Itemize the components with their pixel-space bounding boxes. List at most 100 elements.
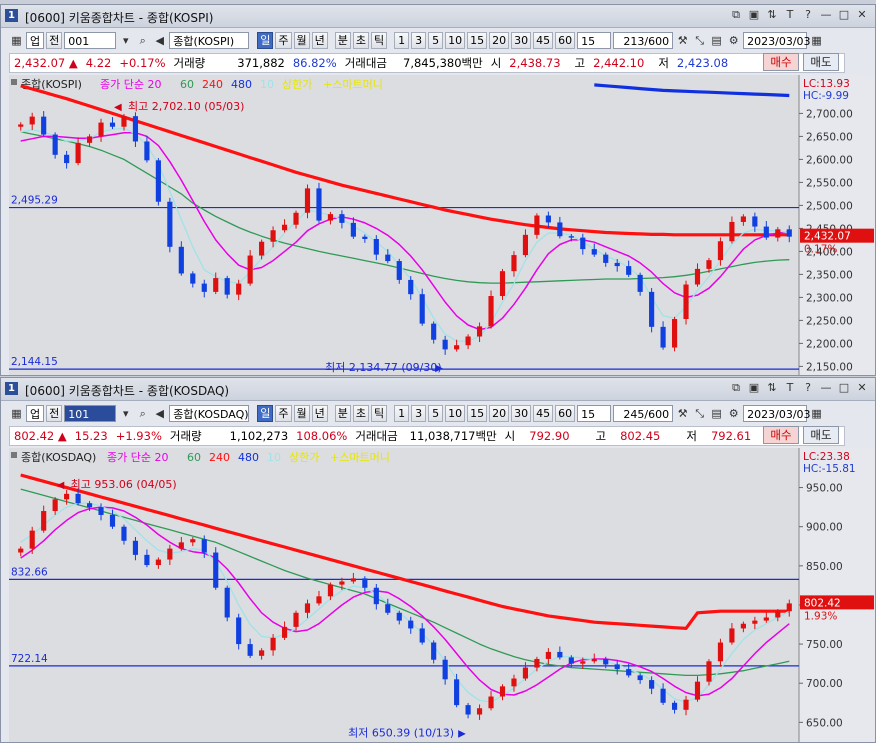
- period-minute-button[interactable]: 분: [334, 404, 351, 422]
- marker-icon[interactable]: ⇅: [765, 381, 779, 395]
- index-name-field[interactable]: 종합(KOSDAQ): [169, 404, 250, 422]
- speaker-icon[interactable]: ◀: [152, 32, 167, 49]
- market-kind-select[interactable]: 업: [26, 31, 45, 49]
- sell-button[interactable]: 매도: [803, 426, 839, 444]
- date-field[interactable]: 2023/03/03: [743, 404, 811, 422]
- kospi-chart-canvas[interactable]: 종합(KOSPI) 종가 단순 20 60 240 480 10 상한가 +스마트머니 LC:1…: [9, 75, 875, 375]
- maximize-icon[interactable]: □: [837, 8, 851, 22]
- interval-button[interactable]: 3: [411, 404, 427, 422]
- code-input[interactable]: 001: [64, 31, 117, 49]
- code-input[interactable]: 101: [64, 404, 117, 422]
- link-icon[interactable]: ⧉: [729, 8, 743, 22]
- save-icon[interactable]: ▤: [709, 32, 724, 49]
- interval-button[interactable]: 15: [467, 31, 488, 49]
- interval-value-select[interactable]: 15: [577, 404, 612, 422]
- market-kind-select[interactable]: 업: [26, 404, 45, 422]
- kospi-price-chart[interactable]: 종합(KOSPI) 종가 단순 20 60 240 480 10 상한가 +스마트머니 LC:1…: [9, 75, 875, 375]
- interval-button[interactable]: 45: [533, 31, 554, 49]
- period-day-button[interactable]: 일: [257, 404, 274, 422]
- interval-button[interactable]: 30: [511, 404, 532, 422]
- all-button[interactable]: 전: [46, 31, 63, 49]
- image-icon[interactable]: ▣: [747, 381, 761, 395]
- period-second-button[interactable]: 초: [352, 31, 369, 49]
- interval-button[interactable]: 20: [489, 31, 510, 49]
- candle: [281, 224, 288, 231]
- dropdown-icon[interactable]: ▾: [118, 405, 133, 422]
- bar-count-field[interactable]: 245/600: [613, 404, 674, 422]
- speaker-icon[interactable]: ◀: [152, 405, 167, 422]
- period-year-button[interactable]: 년: [311, 404, 328, 422]
- search-icon[interactable]: ⌕: [135, 32, 150, 49]
- calendar-icon[interactable]: ▦: [9, 405, 24, 422]
- kosdaq-price-chart[interactable]: 종합(KOSDAQ) 종가 단순 20 60 240 480 10 상한가 +스마트머니 LC:…: [9, 448, 875, 742]
- maximize-icon[interactable]: □: [837, 381, 851, 395]
- help-icon[interactable]: ?: [801, 381, 815, 395]
- text-icon[interactable]: T: [783, 8, 797, 22]
- interval-button[interactable]: 30: [511, 31, 532, 49]
- interval-button[interactable]: 1: [394, 404, 410, 422]
- index-name-field[interactable]: 종합(KOSPI): [169, 31, 250, 49]
- title-bar[interactable]: 1 [0600] 키움종합차트 - 종합(KOSPI) ⧉ ▣ ⇅ T ? — …: [1, 5, 875, 28]
- buy-button[interactable]: 매수: [763, 426, 799, 444]
- calendar-icon[interactable]: ▦: [9, 32, 24, 49]
- interval-value-select[interactable]: 15: [577, 31, 612, 49]
- period-month-button[interactable]: 월: [293, 31, 310, 49]
- interval-button[interactable]: 45: [533, 404, 554, 422]
- dropdown-icon[interactable]: ▾: [118, 32, 133, 49]
- candle: [64, 493, 70, 500]
- interval-button[interactable]: 20: [489, 404, 510, 422]
- chart-tool-icon[interactable]: ⤡: [692, 32, 707, 49]
- period-month-button[interactable]: 월: [293, 404, 310, 422]
- period-week-button[interactable]: 주: [275, 404, 292, 422]
- y-tick-label: 750.00: [806, 639, 843, 651]
- period-tick-button[interactable]: 틱: [371, 31, 388, 49]
- minimize-icon[interactable]: —: [819, 381, 833, 395]
- interval-button[interactable]: 60: [555, 404, 576, 422]
- date-field[interactable]: 2023/03/03: [743, 31, 811, 49]
- interval-button[interactable]: 5: [428, 404, 444, 422]
- interval-button[interactable]: 3: [411, 31, 427, 49]
- settings-toggle-icon[interactable]: ⚒: [675, 405, 690, 422]
- period-day-button[interactable]: 일: [257, 31, 274, 49]
- date-picker-icon[interactable]: ▦: [809, 405, 824, 422]
- interval-button[interactable]: 10: [445, 404, 466, 422]
- save-icon[interactable]: ▤: [709, 405, 724, 422]
- marker-icon[interactable]: ⇅: [765, 8, 779, 22]
- period-tick-button[interactable]: 틱: [371, 404, 388, 422]
- interval-button[interactable]: 60: [555, 31, 576, 49]
- settings-toggle-icon[interactable]: ⚒: [675, 32, 690, 49]
- kosdaq-chart-canvas[interactable]: 종합(KOSDAQ) 종가 단순 20 60 240 480 10 상한가 +스마트머니 LC:…: [9, 448, 875, 742]
- sell-button[interactable]: 매도: [803, 53, 839, 71]
- interval-button[interactable]: 5: [428, 31, 444, 49]
- interval-button[interactable]: 1: [394, 31, 410, 49]
- period-minute-button[interactable]: 분: [334, 31, 351, 49]
- chart-tool-icon[interactable]: ⤡: [692, 405, 707, 422]
- interval-button[interactable]: 15: [467, 404, 488, 422]
- period-year-button[interactable]: 년: [311, 31, 328, 49]
- text-icon[interactable]: T: [783, 381, 797, 395]
- title-bar[interactable]: 1 [0600] 키움종합차트 - 종합(KOSDAQ) ⧉ ▣ ⇅ T ? —…: [1, 378, 875, 401]
- date-picker-icon[interactable]: ▦: [809, 32, 824, 49]
- period-week-button[interactable]: 주: [275, 31, 292, 49]
- close-icon[interactable]: ✕: [855, 8, 869, 22]
- quote-bar: 2,432.07 ▲ 4.22 +0.17% 거래량 371,882 86.82…: [9, 53, 845, 73]
- minimize-icon[interactable]: —: [819, 8, 833, 22]
- rate-tag-label: 1.93%: [804, 610, 837, 622]
- interval-button[interactable]: 10: [445, 31, 466, 49]
- link-icon[interactable]: ⧉: [729, 381, 743, 395]
- hc-label: HC:-9.99: [803, 90, 849, 102]
- image-icon[interactable]: ▣: [747, 8, 761, 22]
- rate-tag-label: 0.17%: [804, 244, 837, 256]
- help-icon[interactable]: ?: [801, 8, 815, 22]
- gear-icon[interactable]: ⚙: [726, 405, 741, 422]
- all-button[interactable]: 전: [46, 404, 63, 422]
- close-icon[interactable]: ✕: [855, 381, 869, 395]
- candle: [752, 620, 758, 624]
- high-value: 2,442.10: [593, 56, 645, 70]
- bar-count-field[interactable]: 213/600: [613, 31, 674, 49]
- period-second-button[interactable]: 초: [352, 404, 369, 422]
- buy-button[interactable]: 매수: [763, 53, 799, 71]
- search-icon[interactable]: ⌕: [135, 405, 150, 422]
- candle: [729, 628, 735, 643]
- gear-icon[interactable]: ⚙: [726, 32, 741, 49]
